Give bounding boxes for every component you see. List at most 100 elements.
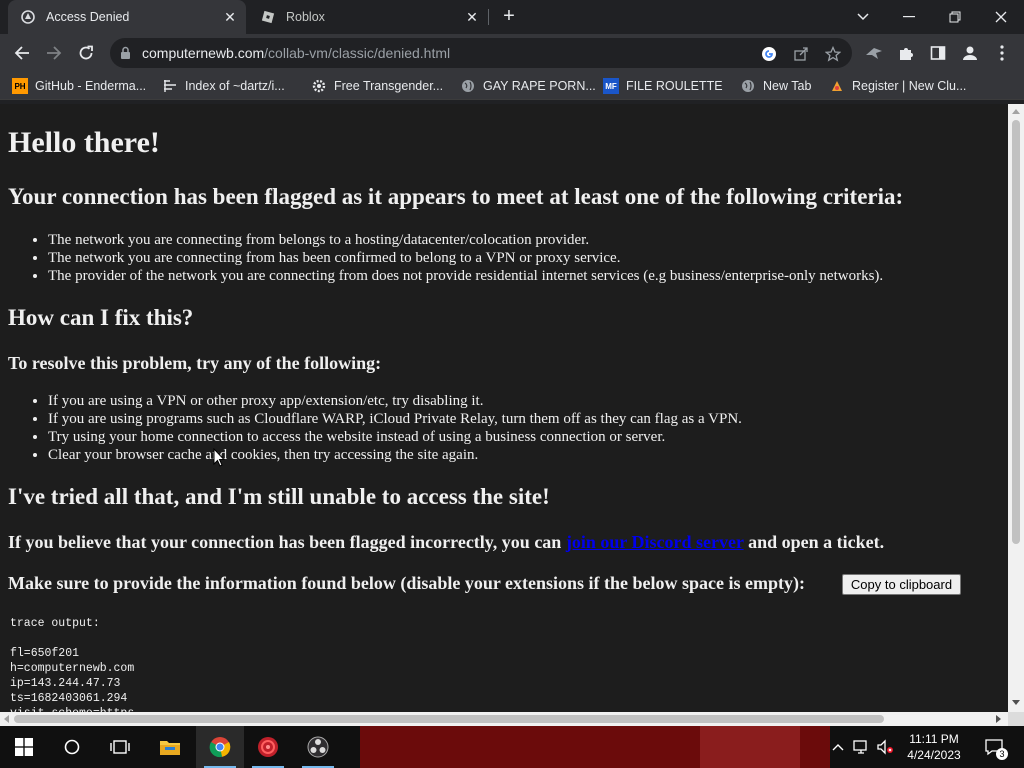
desktop-wallpaper-strip xyxy=(700,726,800,768)
horizontal-scrollbar[interactable] xyxy=(0,712,1008,726)
bookmark-github[interactable]: PH GitHub - Enderma... xyxy=(12,76,146,96)
reload-icon[interactable] xyxy=(72,39,100,67)
close-tab-icon[interactable]: ✕ xyxy=(462,7,482,27)
side-panel-icon[interactable] xyxy=(928,43,948,63)
bookmark-label: Register | New Clu... xyxy=(852,79,967,93)
globe-icon xyxy=(740,78,756,94)
list-item: The network you are connecting from belo… xyxy=(48,231,883,249)
horizontal-scroll-thumb[interactable] xyxy=(14,715,884,723)
google-lens-icon[interactable] xyxy=(760,45,778,63)
notification-center-icon[interactable]: 3 xyxy=(980,726,1008,768)
trace-output: trace output: fl=650f201 h=computernewb.… xyxy=(10,617,135,712)
scrollbar-corner xyxy=(1008,712,1024,726)
browser-toolbar: computernewb.com/collab-vm/classic/denie… xyxy=(0,34,1024,72)
tab-search-icon[interactable] xyxy=(840,0,886,34)
file-explorer-icon[interactable] xyxy=(146,726,194,768)
profile-avatar-icon[interactable] xyxy=(960,43,980,63)
clock-date: 4/24/2023 xyxy=(907,748,961,762)
extension-bird-icon[interactable] xyxy=(864,43,884,63)
scroll-down-arrow-icon[interactable] xyxy=(1012,700,1020,705)
bookmark-file-roulette[interactable]: MF FILE ROULETTE xyxy=(603,76,723,96)
resolve-heading: To resolve this problem, try any of the … xyxy=(8,353,382,373)
club-icon xyxy=(829,78,845,94)
flagged-incorrectly-text: If you believe that your connection has … xyxy=(8,532,884,553)
new-tab-button[interactable]: + xyxy=(497,6,521,28)
fix-heading: How can I fix this? xyxy=(8,305,194,330)
list-item: The provider of the network you are conn… xyxy=(48,267,883,285)
bookmark-star-icon[interactable] xyxy=(824,45,842,63)
bookmark-label: FILE ROULETTE xyxy=(626,79,723,93)
app-red-icon[interactable] xyxy=(244,726,292,768)
tab-strip: Access Denied ✕ Roblox ✕ + xyxy=(0,0,1024,34)
info-instructions: Make sure to provide the information fou… xyxy=(8,573,806,593)
task-view-icon[interactable] xyxy=(96,726,144,768)
restore-icon[interactable] xyxy=(932,0,978,34)
discord-server-link[interactable]: join our Discord server xyxy=(566,532,744,552)
criteria-list: The network you are connecting from belo… xyxy=(48,231,883,285)
page-greeting: Hello there! xyxy=(8,126,160,159)
bookmark-label: GitHub - Enderma... xyxy=(35,79,147,93)
pornhub-logo-icon: PH xyxy=(12,78,28,94)
clock-time: 11:11 PM xyxy=(909,732,959,746)
obs-studio-icon[interactable] xyxy=(294,726,342,768)
bookmark-register-club[interactable]: Register | New Clu... xyxy=(829,76,966,96)
menu-kebab-icon[interactable] xyxy=(992,43,1012,63)
close-tab-icon[interactable]: ✕ xyxy=(220,7,240,27)
notification-count-badge: 3 xyxy=(996,748,1008,760)
bookmark-index-dartz[interactable]: Index of ~dartz/i... xyxy=(162,76,285,96)
still-unable-heading: I've tried all that, and I'm still unabl… xyxy=(8,484,550,509)
bookmarks-bar: PH GitHub - Enderma... Index of ~dartz/i… xyxy=(0,72,1024,100)
start-windows-icon[interactable] xyxy=(0,726,48,768)
fixes-list: If you are using a VPN or other proxy ap… xyxy=(48,392,742,464)
search-circle-icon[interactable] xyxy=(48,726,96,768)
bookmark-free-transgender[interactable]: Free Transgender... xyxy=(311,76,443,96)
copy-to-clipboard-button[interactable]: Copy to clipboard xyxy=(842,574,961,595)
url-text[interactable]: computernewb.com/collab-vm/classic/denie… xyxy=(142,45,450,61)
bookmark-new-tab[interactable]: New Tab xyxy=(740,76,811,96)
windows-taskbar: 11:11 PM 4/24/2023 3 xyxy=(0,726,1024,768)
bookmark-label: Index of ~dartz/i... xyxy=(185,79,285,93)
computernewb-favicon-icon xyxy=(20,9,36,25)
tab-roblox[interactable]: Roblox ✕ xyxy=(248,0,488,34)
tray-overflow-icon[interactable] xyxy=(830,726,846,768)
gear-site-icon xyxy=(311,78,327,94)
globe-icon xyxy=(460,78,476,94)
url-host: computernewb.com xyxy=(142,45,265,61)
system-clock[interactable]: 11:11 PM 4/24/2023 xyxy=(896,731,972,763)
close-window-icon[interactable] xyxy=(978,0,1024,34)
minimize-icon[interactable] xyxy=(886,0,932,34)
vertical-scroll-thumb[interactable] xyxy=(1012,120,1020,544)
extensions-puzzle-icon[interactable] xyxy=(896,43,916,63)
tab-divider xyxy=(488,9,489,25)
list-item: If you are using programs such as Cloudf… xyxy=(48,410,742,428)
scroll-up-arrow-icon[interactable] xyxy=(1012,109,1020,114)
address-bar[interactable]: computernewb.com/collab-vm/classic/denie… xyxy=(110,38,852,68)
share-icon[interactable] xyxy=(792,45,810,63)
back-icon[interactable] xyxy=(8,39,36,67)
scroll-right-arrow-icon[interactable] xyxy=(996,715,1001,723)
flagged-heading: Your connection has been flagged as it a… xyxy=(8,184,904,209)
bookmark-label: New Tab xyxy=(763,79,812,93)
list-item: If you are using a VPN or other proxy ap… xyxy=(48,392,742,410)
scroll-left-arrow-icon[interactable] xyxy=(4,715,9,723)
list-item: Clear your browser cache and cookies, th… xyxy=(48,446,742,464)
url-path: /collab-vm/classic/denied.html xyxy=(264,45,451,61)
chrome-icon[interactable] xyxy=(196,726,244,768)
file-roulette-icon: MF xyxy=(603,78,619,94)
incorrect-suffix: and open a ticket. xyxy=(748,532,885,552)
bookmark-globe-site[interactable]: GAY RAPE PORN... xyxy=(460,76,596,96)
list-item: The network you are connecting from has … xyxy=(48,249,883,267)
page-viewport: Hello there! Your connection has been fl… xyxy=(0,104,1008,712)
index-icon xyxy=(162,78,178,94)
tab-access-denied[interactable]: Access Denied ✕ xyxy=(8,0,246,34)
forward-icon[interactable] xyxy=(40,39,68,67)
tab-title: Roblox xyxy=(286,10,325,24)
bookmark-label: GAY RAPE PORN... xyxy=(483,79,596,93)
volume-muted-icon[interactable] xyxy=(874,726,896,768)
mouse-cursor-icon xyxy=(213,447,226,472)
network-icon[interactable] xyxy=(850,726,872,768)
roblox-favicon-icon xyxy=(260,9,276,25)
vertical-scrollbar[interactable] xyxy=(1008,104,1024,712)
lock-icon[interactable] xyxy=(120,46,131,65)
list-item: Try using your home connection to access… xyxy=(48,428,742,446)
